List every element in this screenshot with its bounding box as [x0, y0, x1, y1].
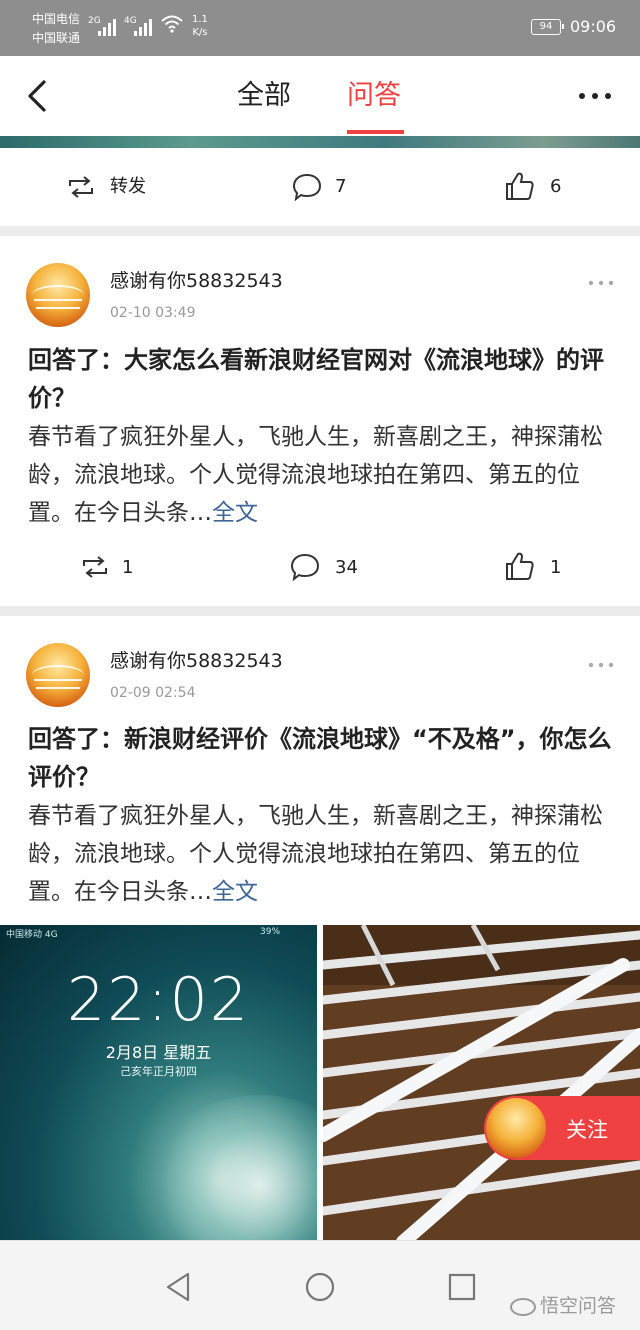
answer-excerpt[interactable]: 春节看了疯狂外星人，飞驰人生，新喜剧之王，神探蒲松龄，流浪地球。个人觉得流浪地球…	[28, 797, 612, 911]
comment-button[interactable]: 34	[289, 552, 379, 582]
question-title[interactable]: 回答了：大家怎么看新浪财经官网对《流浪地球》的评价？	[28, 341, 612, 417]
photo-lunar-date: 己亥年正月初四	[120, 1065, 197, 1078]
watermark-text: 悟空问答	[540, 1295, 617, 1317]
active-tab-indicator	[347, 130, 404, 134]
answer-excerpt[interactable]: 春节看了疯狂外星人，飞驰人生，新喜剧之王，神探蒲松龄，流浪地球。个人觉得流浪地球…	[28, 418, 612, 532]
previous-post-actions: 转发 7 6	[0, 148, 640, 226]
post-more-icon[interactable]	[586, 278, 616, 288]
more-options-icon[interactable]	[570, 84, 620, 108]
home-circle-icon[interactable]	[300, 1271, 340, 1303]
excerpt-text: 春节看了疯狂外星人，飞驰人生，新喜剧之王，神探蒲松龄，流浪地球。个人觉得流浪地球…	[28, 803, 603, 905]
snow-grate-illustration	[323, 925, 640, 1242]
username[interactable]: 感谢有你58832543	[110, 648, 283, 674]
read-full-link[interactable]: 全文	[212, 879, 258, 905]
thumbs-up-icon	[506, 172, 534, 200]
network-speed: 1.1 K/s	[192, 13, 208, 39]
post-more-icon[interactable]	[586, 660, 616, 670]
photo-date: 2月8日 星期五	[105, 1043, 212, 1062]
comment-count: 34	[335, 557, 358, 578]
post-images: 中国移动 4G 39% 22:02 2月8日 星期五 己亥年正月初四	[0, 925, 640, 1242]
like-button[interactable]: 6	[504, 170, 584, 202]
system-navigation-bar: 悟空问答	[0, 1240, 640, 1330]
username[interactable]: 感谢有你58832543	[110, 268, 283, 294]
like-count: 6	[550, 176, 562, 197]
comment-icon	[290, 553, 320, 582]
signal-icon	[98, 16, 120, 36]
comment-button[interactable]: 7	[291, 172, 371, 202]
repost-button[interactable]: 转发	[66, 174, 166, 202]
like-count: 1	[550, 557, 562, 578]
photo-battery-text: 39%	[260, 927, 281, 937]
comment-count: 7	[335, 176, 347, 197]
repost-button[interactable]: 1	[80, 554, 160, 582]
carrier-1: 中国电信	[32, 12, 81, 26]
post-card[interactable]: 感谢有你58832543 02-10 03:49 回答了：大家怎么看新浪财经官网…	[0, 236, 640, 606]
repost-count: 1	[122, 557, 134, 578]
speed-value: 1.1	[192, 14, 208, 25]
follow-avatar	[486, 1098, 546, 1158]
speed-unit: K/s	[192, 27, 208, 38]
repost-icon	[83, 556, 107, 578]
repost-icon	[69, 176, 93, 198]
top-navigation: 全部 问答	[0, 56, 640, 136]
avatar[interactable]	[26, 643, 90, 707]
snowy-grate-photo[interactable]	[323, 925, 640, 1242]
repost-label: 转发	[110, 176, 146, 197]
photo-clock: 22:02	[67, 965, 250, 1035]
lockscreen-photo[interactable]: 中国移动 4G 39% 22:02 2月8日 星期五 己亥年正月初四	[0, 925, 317, 1242]
battery-icon: 94	[531, 19, 564, 35]
status-bar: 中国电信 中国联通 2G 4G 1.1 K/s 94 09:06	[0, 0, 640, 56]
excerpt-text: 春节看了疯狂外星人，飞驰人生，新喜剧之王，神探蒲松龄，流浪地球。个人觉得流浪地球…	[28, 424, 603, 526]
signal-icon-2	[134, 16, 156, 36]
back-triangle-icon[interactable]	[160, 1271, 200, 1303]
post-card[interactable]: 感谢有你58832543 02-09 02:54 回答了：新浪财经评价《流浪地球…	[0, 616, 640, 1330]
avatar[interactable]	[26, 263, 90, 327]
wukong-logo-icon	[510, 1297, 536, 1316]
carrier-2: 中国联通	[32, 31, 81, 45]
post-time: 02-09 02:54	[110, 685, 196, 701]
tab-qa[interactable]: 问答	[347, 78, 401, 114]
status-time: 09:06	[570, 17, 617, 36]
follow-button[interactable]: 关注	[484, 1096, 640, 1160]
wifi-icon	[161, 15, 183, 33]
comment-icon	[292, 173, 322, 202]
watermark: 悟空问答	[510, 1291, 616, 1318]
post-time: 02-10 03:49	[110, 305, 196, 321]
tab-all[interactable]: 全部	[237, 78, 291, 114]
previous-post-image-edge	[0, 136, 640, 148]
read-full-link[interactable]: 全文	[212, 500, 258, 526]
follow-label: 关注	[566, 1118, 608, 1142]
recents-square-icon[interactable]	[442, 1271, 482, 1303]
question-title[interactable]: 回答了：新浪财经评价《流浪地球》“不及格”，你怎么评价？	[28, 720, 612, 796]
thumbs-up-icon	[506, 552, 534, 580]
photo-status-text: 中国移动 4G	[6, 930, 58, 940]
carrier-labels: 中国电信 中国联通	[32, 10, 80, 48]
like-button[interactable]: 1	[504, 550, 574, 582]
back-arrow-icon[interactable]	[20, 74, 60, 118]
